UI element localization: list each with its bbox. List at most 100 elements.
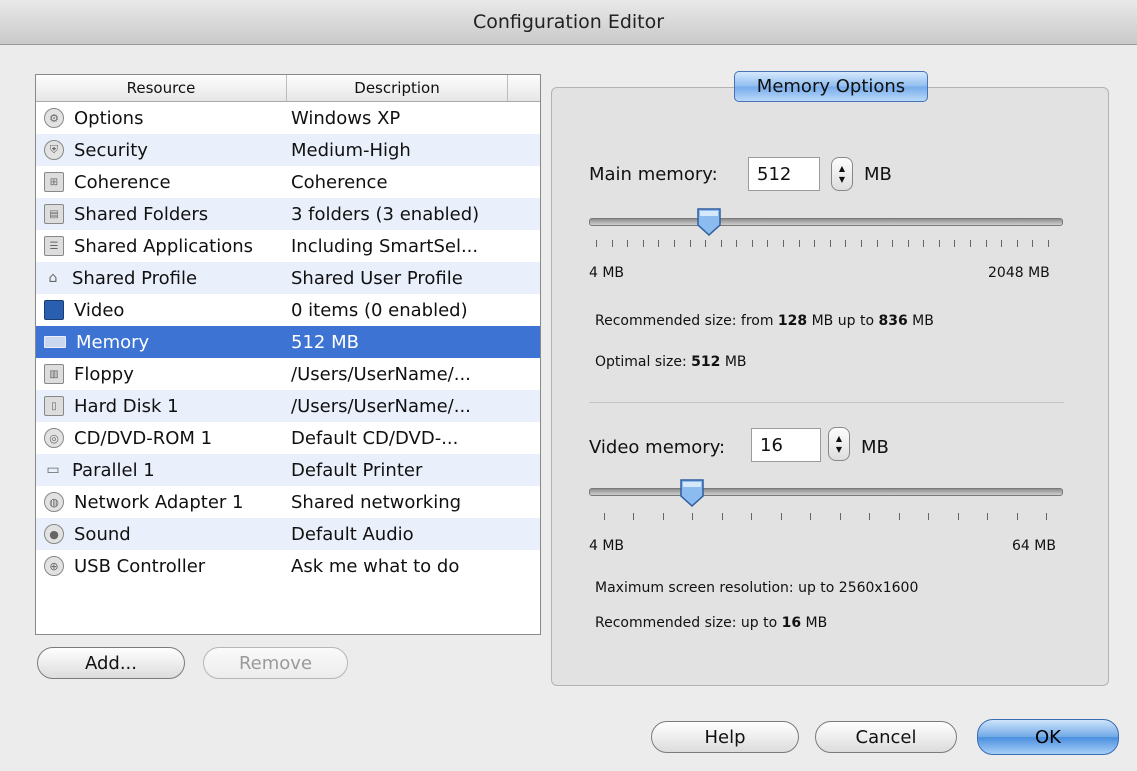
ok-button[interactable]: OK <box>977 719 1119 755</box>
description-cell: Default CD/DVD-... <box>291 427 459 449</box>
column-header-description[interactable]: Description <box>287 75 508 101</box>
resource-list[interactable]: Resource Description ⚙ Options Windows XP ⛨… <box>35 74 541 635</box>
list-row-cd-dvd-rom-1[interactable]: ◎ CD/DVD-ROM 1 Default CD/DVD-... <box>36 422 540 454</box>
main-memory-label: Main memory: <box>589 164 718 185</box>
slider-tick <box>720 240 722 247</box>
list-row-memory[interactable]: Memory 512 MB <box>36 326 540 358</box>
stepper-down-icon[interactable]: ▼ <box>839 174 845 185</box>
slider-tick <box>627 240 629 247</box>
list-row-options[interactable]: ⚙ Options Windows XP <box>36 102 540 134</box>
resource-label: Network Adapter 1 <box>74 491 244 513</box>
description-cell: /Users/UserName/... <box>291 363 471 385</box>
slider-tick <box>658 240 660 247</box>
slider-tick <box>892 240 894 247</box>
description-cell: Default Audio <box>291 523 414 545</box>
slider-tick <box>985 240 987 247</box>
slider-tick <box>876 240 878 247</box>
main-memory-field[interactable]: 512 <box>748 157 820 191</box>
resource-cell: ⊞ Coherence <box>36 172 285 193</box>
slider-tick <box>869 513 871 520</box>
description-cell: Shared User Profile <box>291 267 463 289</box>
speaker-icon: ● <box>44 524 64 544</box>
slider-tick <box>1001 240 1003 247</box>
slider-tick <box>751 240 753 247</box>
column-header-spacer <box>508 75 540 101</box>
list-row-network-adapter-1[interactable]: ◍ Network Adapter 1 Shared networking <box>36 486 540 518</box>
slider-tick <box>673 240 675 247</box>
resource-cell: ⛨ Security <box>36 140 285 161</box>
video-memory-field[interactable]: 16 <box>751 428 821 462</box>
printer-icon: ▭ <box>46 462 60 478</box>
description-cell: /Users/UserName/... <box>291 395 471 417</box>
slider-tick <box>954 240 956 247</box>
description-cell: Default Printer <box>291 459 423 481</box>
add-button[interactable]: Add... <box>37 647 185 679</box>
main-optimal-text: Optimal size: 512 MB <box>595 354 747 370</box>
resource-cell: ▯ Hard Disk 1 <box>36 396 285 417</box>
resource-cell: ◍ Network Adapter 1 <box>36 492 285 513</box>
resource-cell: ▤ Shared Folders <box>36 204 285 225</box>
slider-tick <box>957 513 959 520</box>
main-memory-slider-thumb[interactable] <box>696 207 722 237</box>
main-memory-stepper[interactable]: ▲ ▼ <box>831 157 853 191</box>
main-memory-slider-track[interactable] <box>589 218 1063 226</box>
video-memory-slider-ticks <box>604 513 1047 521</box>
slider-tick <box>970 240 972 247</box>
cancel-button[interactable]: Cancel <box>815 721 957 753</box>
network-icon: ◍ <box>44 492 64 512</box>
resource-cell: Memory <box>36 332 285 353</box>
resource-label: USB Controller <box>74 555 206 577</box>
help-button[interactable]: Help <box>651 721 799 753</box>
list-row-shared-applications[interactable]: ☰ Shared Applications Including SmartSel..… <box>36 230 540 262</box>
list-row-shared-profile[interactable]: ⌂ Shared Profile Shared User Profile <box>36 262 540 294</box>
video-memory-slider-track[interactable] <box>589 488 1063 496</box>
video-memory-label: Video memory: <box>589 437 726 458</box>
list-row-shared-folders[interactable]: ▤ Shared Folders 3 folders (3 enabled) <box>36 198 540 230</box>
slider-tick <box>860 240 862 247</box>
main-recommended-text: Recommended size: from 128 MB up to 836 … <box>595 313 934 329</box>
resource-cell: ▭ Parallel 1 <box>36 460 285 481</box>
stepper-up-icon[interactable]: ▲ <box>839 163 845 174</box>
list-rows: ⚙ Options Windows XP ⛨ Security Medium-High ⊞ C… <box>36 102 540 582</box>
slider-tick <box>783 240 785 247</box>
stepper-down-icon[interactable]: ▼ <box>836 444 842 455</box>
list-row-parallel-1[interactable]: ▭ Parallel 1 Default Printer <box>36 454 540 486</box>
main-memory-slider-ticks <box>596 240 1049 248</box>
list-row-security[interactable]: ⛨ Security Medium-High <box>36 134 540 166</box>
hard-disk-icon: ▯ <box>44 396 64 416</box>
video-memory-slider-thumb[interactable] <box>679 478 705 508</box>
list-row-video[interactable]: Video 0 items (0 enabled) <box>36 294 540 326</box>
slider-tick <box>751 513 753 520</box>
main-memory-min-label: 4 MB <box>589 265 625 281</box>
video-max-resolution-text: Maximum screen resolution: up to 2560x16… <box>595 580 919 596</box>
title-bar: Configuration Editor <box>0 0 1137 45</box>
description-cell: 512 MB <box>291 331 359 353</box>
resource-label: Shared Profile <box>72 267 198 289</box>
description-cell: Ask me what to do <box>291 555 460 577</box>
slider-tick <box>839 513 841 520</box>
list-row-floppy[interactable]: ▥ Floppy/Users/UserName/... <box>36 358 540 390</box>
memory-icon <box>44 336 66 348</box>
description-cell: Coherence <box>291 171 388 193</box>
slider-tick <box>705 240 707 247</box>
column-header-resource[interactable]: Resource <box>36 75 287 101</box>
video-memory-stepper[interactable]: ▲ ▼ <box>828 427 850 461</box>
list-row-coherence[interactable]: ⊞ Coherence Coherence <box>36 166 540 198</box>
list-header: Resource Description <box>36 75 540 102</box>
slider-tick <box>736 240 738 247</box>
list-row-usb-controller[interactable]: ⊕ USB Controller Ask me what to do <box>36 550 540 582</box>
remove-button[interactable]: Remove <box>203 647 348 679</box>
slider-tick <box>642 240 644 247</box>
resource-label: Coherence <box>74 171 171 193</box>
description-cell: 3 folders (3 enabled) <box>291 203 480 225</box>
resource-label: Memory <box>76 331 150 353</box>
list-row-hard-disk-1[interactable]: ▯ Hard Disk 1/Users/UserName/... <box>36 390 540 422</box>
memory-options-tab[interactable]: Memory Options <box>734 71 928 102</box>
stepper-up-icon[interactable]: ▲ <box>836 433 842 444</box>
coherence-icon: ⊞ <box>44 172 64 192</box>
slider-tick <box>898 513 900 520</box>
slider-tick <box>767 240 769 247</box>
slider-tick <box>814 240 816 247</box>
resource-cell: ◎ CD/DVD-ROM 1 <box>36 428 285 449</box>
list-row-sound[interactable]: ● Sound Default Audio <box>36 518 540 550</box>
